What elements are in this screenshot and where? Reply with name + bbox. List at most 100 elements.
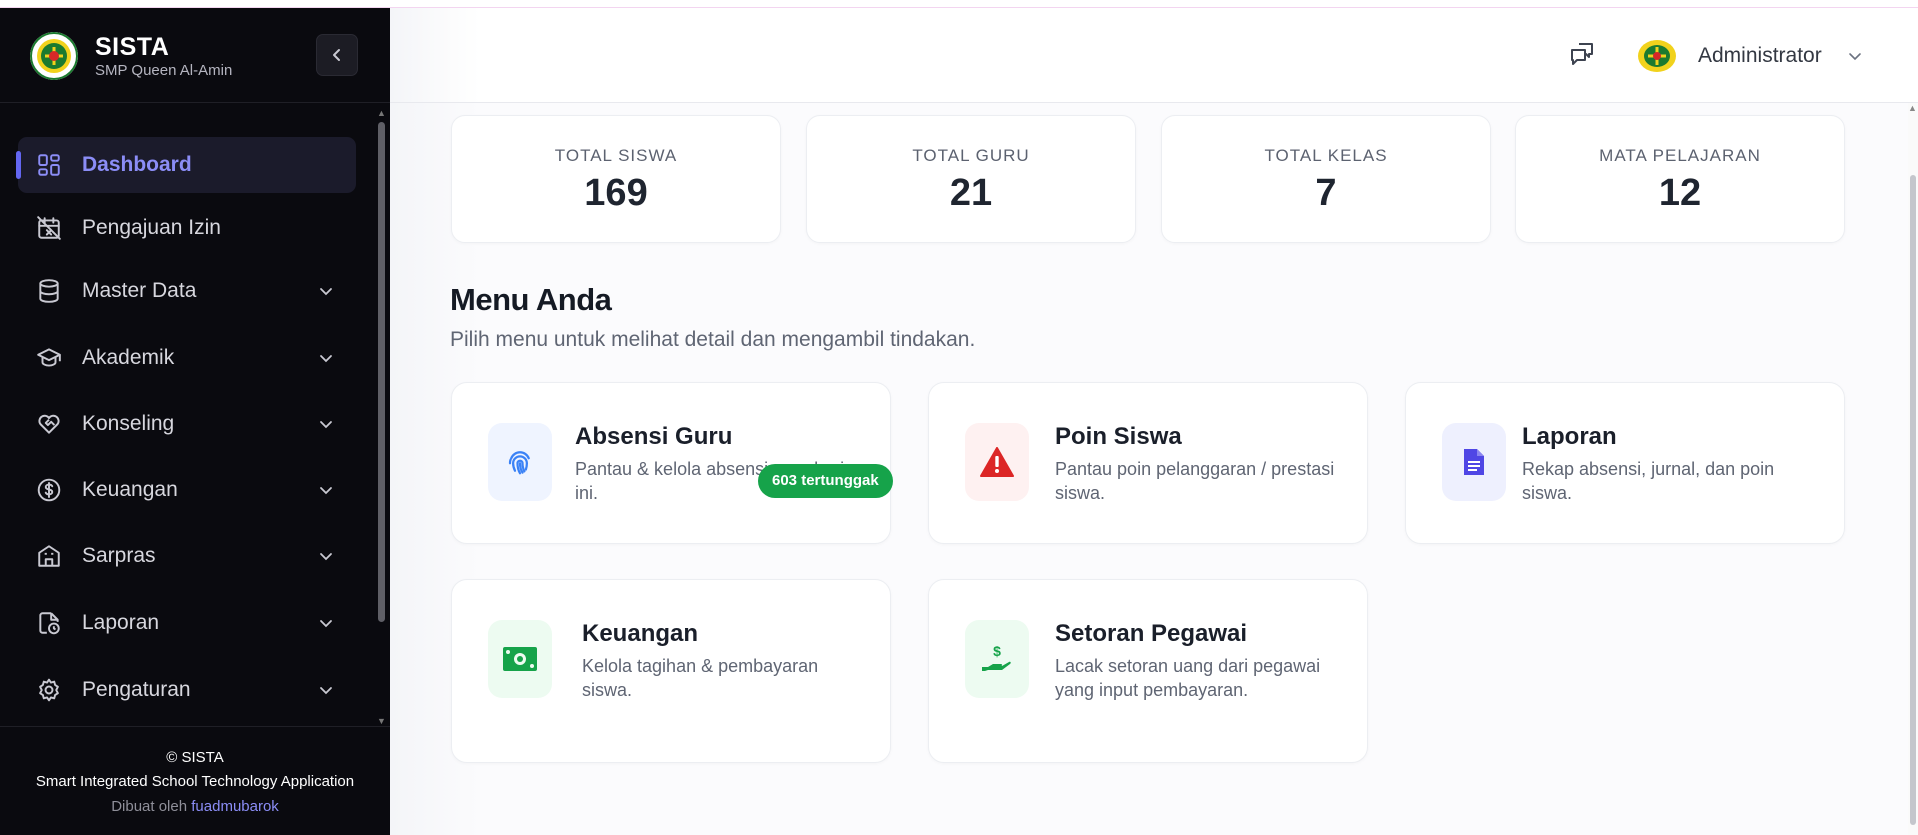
fingerprint-icon	[508, 451, 530, 475]
card-title: Absensi Guru	[575, 423, 733, 450]
sidebar-item-keuangan[interactable]: Keuangan	[18, 462, 356, 518]
sidebar-scrollbar[interactable]: ▲ ▼	[377, 108, 386, 730]
stat-card-total-kelas: TOTAL KELAS 7	[1161, 115, 1491, 243]
top-border	[0, 0, 1918, 8]
chevron-down-icon	[320, 620, 332, 628]
stat-value: 7	[1315, 172, 1337, 214]
sidebar: SISTA SMP Queen Al-Amin Dashboard Pengaj…	[0, 8, 390, 835]
menu-card-setoran-pegawai[interactable]: $ Setoran Pegawai Lacak setoran uang dar…	[928, 579, 1368, 763]
scroll-up-arrow-icon[interactable]: ▲	[1908, 103, 1917, 113]
sidebar-item-label: Konseling	[82, 412, 175, 435]
sidebar-item-label: Sarpras	[82, 544, 156, 567]
chevron-down-icon	[320, 288, 332, 296]
stat-label: MATA PELAJARAN	[1599, 146, 1761, 165]
chevron-down-icon	[320, 421, 332, 429]
graduation-cap-icon	[37, 348, 61, 367]
app-title: SISTA	[95, 33, 170, 61]
sidebar-item-label: Master Data	[82, 279, 197, 302]
warning-triangle-icon	[980, 447, 1014, 477]
sidebar-item-konseling[interactable]: Konseling	[18, 396, 356, 452]
footer-credit-prefix: Dibuat oleh	[111, 798, 188, 815]
sidebar-item-laporan[interactable]: Laporan	[18, 595, 356, 651]
sidebar-item-label: Laporan	[82, 611, 160, 634]
sidebar-item-label: Pengaturan	[82, 678, 191, 701]
card-title: Laporan	[1522, 423, 1617, 450]
top-bar: Administrator	[390, 8, 1918, 103]
collapse-sidebar-button[interactable]	[316, 34, 358, 76]
school-name: SMP Queen Al-Amin	[95, 62, 233, 79]
overdue-badge: 603 tertunggak	[758, 464, 893, 498]
sidebar-item-label: Pengajuan Izin	[82, 216, 221, 239]
brand-header: SISTA SMP Queen Al-Amin	[0, 8, 390, 103]
stat-label: TOTAL KELAS	[1264, 146, 1388, 165]
dashboard-grid-icon	[38, 154, 60, 176]
dollar-circle-icon	[37, 478, 61, 502]
stat-label: TOTAL SISWA	[554, 146, 678, 165]
stat-card-mata-pelajaran: MATA PELAJARAN 12	[1515, 115, 1845, 243]
card-title: Setoran Pegawai	[1055, 620, 1248, 647]
section-title: Menu Anda	[450, 282, 612, 317]
building-icon	[38, 545, 60, 567]
chevron-down-icon[interactable]	[1847, 48, 1863, 64]
footer-copyright: © SISTA	[166, 749, 224, 766]
menu-card-keuangan[interactable]: Keuangan Kelola tagihan & pembayaran sis…	[451, 579, 891, 763]
user-name[interactable]: Administrator	[1698, 44, 1822, 68]
scroll-up-arrow-icon[interactable]: ▲	[377, 108, 386, 118]
card-title: Keuangan	[582, 620, 699, 647]
card-description: Pantau poin pelanggaran / prestasi siswa…	[1055, 459, 1335, 503]
stat-value: 12	[1658, 172, 1702, 214]
page-scroll-thumb[interactable]	[1910, 175, 1916, 825]
sidebar-item-sarpras[interactable]: Sarpras	[18, 528, 356, 584]
money-bill-icon	[503, 647, 537, 671]
stat-value: 21	[949, 172, 993, 214]
sidebar-item-pengajuan-izin[interactable]: Pengajuan Izin	[18, 200, 356, 256]
card-icon-box	[1442, 423, 1506, 501]
chevron-left-icon	[333, 49, 340, 61]
card-icon-box: $	[965, 620, 1029, 698]
menu-card-laporan[interactable]: Laporan Rekap absensi, jurnal, dan poin …	[1405, 382, 1845, 544]
calendar-x-icon	[37, 216, 61, 240]
sidebar-scroll-thumb[interactable]	[378, 122, 385, 622]
card-icon-box	[965, 423, 1029, 501]
database-icon	[39, 279, 59, 303]
chat-icon	[1571, 43, 1593, 65]
sidebar-item-label: Dashboard	[82, 153, 192, 176]
hand-dollar-icon: $	[982, 643, 1011, 671]
card-icon-box	[488, 620, 552, 698]
chevron-down-icon	[320, 355, 332, 363]
chevron-down-icon	[320, 487, 332, 495]
footer-app-full-name: Smart Integrated School Technology Appli…	[35, 773, 355, 790]
card-icon-box	[488, 423, 552, 501]
school-logo	[30, 32, 78, 80]
sidebar-item-label: Keuangan	[82, 478, 178, 501]
scroll-down-arrow-icon[interactable]: ▼	[377, 716, 386, 726]
footer-credit: Dibuat oleh fuadmubarok	[0, 798, 390, 815]
sidebar-item-label: Akademik	[82, 346, 175, 369]
sidebar-item-dashboard[interactable]: Dashboard	[16, 137, 356, 193]
card-description: Kelola tagihan & pembayaran siswa.	[582, 656, 819, 700]
sidebar-item-master-data[interactable]: Master Data	[18, 263, 356, 319]
author-link[interactable]: fuadmubarok	[191, 798, 279, 815]
menu-card-poin-siswa[interactable]: Poin Siswa Pantau poin pelanggaran / pre…	[928, 382, 1368, 544]
card-title: Poin Siswa	[1055, 423, 1182, 450]
svg-text:$: $	[993, 643, 1001, 659]
card-description: Lacak setoran uang dari pegawai yang inp…	[1055, 656, 1321, 700]
file-clock-icon	[39, 612, 60, 635]
messages-button[interactable]	[1566, 38, 1598, 70]
user-avatar[interactable]	[1637, 39, 1677, 73]
section-subtitle: Pilih menu untuk melihat detail dan meng…	[450, 328, 976, 351]
card-description: Rekap absensi, jurnal, dan poin siswa.	[1522, 459, 1775, 503]
heart-handshake-icon	[38, 414, 60, 434]
menu-card-absensi-guru[interactable]: Absensi Guru Pantau & kelola absensi gur…	[451, 382, 891, 544]
page-scrollbar[interactable]: ▲	[1908, 103, 1918, 835]
document-icon	[1464, 449, 1484, 475]
sidebar-footer: © SISTA Smart Integrated School Technolo…	[0, 726, 390, 835]
stat-value: 169	[584, 172, 648, 214]
gear-icon	[39, 678, 59, 702]
sidebar-item-akademik[interactable]: Akademik	[18, 330, 356, 386]
chevron-down-icon	[320, 553, 332, 561]
chevron-down-icon	[320, 687, 332, 695]
sidebar-item-pengaturan[interactable]: Pengaturan	[18, 662, 356, 718]
stat-card-total-guru: TOTAL GURU 21	[806, 115, 1136, 243]
stat-card-total-siswa: TOTAL SISWA 169	[451, 115, 781, 243]
